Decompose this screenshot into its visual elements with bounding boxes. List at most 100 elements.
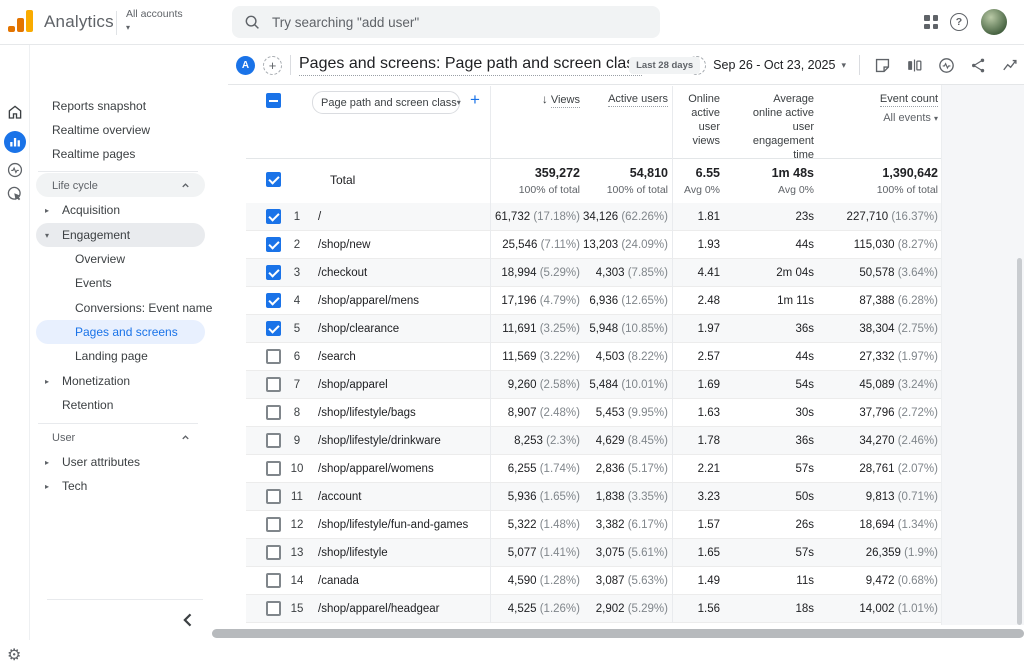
section-divider bbox=[38, 423, 198, 424]
apps-grid-icon[interactable] bbox=[924, 15, 938, 29]
row-checkbox[interactable] bbox=[266, 377, 281, 392]
date-range-selector[interactable]: Sep 26 - Oct 23, 2025 ▾ bbox=[713, 58, 846, 72]
row-views: 61,732 bbox=[495, 211, 530, 223]
row-checkbox[interactable] bbox=[266, 461, 281, 476]
report-nav: Reports snapshot Realtime overview Realt… bbox=[30, 45, 228, 640]
page-title[interactable]: Pages and screens: Page path and screen … bbox=[299, 55, 642, 76]
row-engagement-time: 50s bbox=[694, 491, 814, 503]
nav-bottom-divider bbox=[47, 599, 203, 600]
row-number: 15 bbox=[284, 603, 310, 615]
sidebar-item-acquisition[interactable]: ▸ Acquisition bbox=[30, 198, 228, 222]
table-row: 3 /checkout 18,994 (5.29%) 4,303 (7.85%)… bbox=[246, 259, 941, 287]
row-checkbox[interactable] bbox=[266, 517, 281, 532]
row-event-count: 227,710 bbox=[847, 211, 889, 223]
row-active-users: 3,075 bbox=[596, 547, 625, 559]
sidebar-item-monetization[interactable]: ▸ Monetization bbox=[30, 369, 228, 393]
sidebar-item-events[interactable]: Events bbox=[30, 271, 228, 295]
reports-icon[interactable] bbox=[4, 131, 26, 153]
row-number: 8 bbox=[284, 407, 310, 419]
row-event-count-pct: (1.9%) bbox=[904, 547, 938, 559]
help-icon[interactable]: ? bbox=[950, 13, 968, 31]
row-checkbox[interactable] bbox=[266, 265, 281, 280]
row-number: 13 bbox=[284, 547, 310, 559]
search-icon bbox=[244, 14, 260, 30]
vertical-scrollbar[interactable] bbox=[1017, 258, 1022, 625]
row-number: 9 bbox=[284, 435, 310, 447]
explore-icon[interactable] bbox=[6, 161, 24, 179]
table-row: 2 /shop/new 25,546 (7.11%) 13,203 (24.09… bbox=[246, 231, 941, 259]
row-engagement-time: 54s bbox=[694, 379, 814, 391]
home-icon[interactable] bbox=[6, 103, 24, 121]
collapse-nav-icon[interactable] bbox=[178, 610, 198, 630]
row-path: /canada bbox=[318, 575, 359, 587]
column-header-active-users[interactable]: Active users bbox=[548, 92, 668, 106]
sidebar-item-retention[interactable]: Retention bbox=[30, 393, 228, 417]
row-active-users: 5,484 bbox=[589, 379, 618, 391]
row-checkbox[interactable] bbox=[266, 321, 281, 336]
dimension-selector[interactable]: Page path and screen class ▾ bbox=[312, 91, 460, 114]
sidebar-item-landing-page[interactable]: Landing page bbox=[30, 344, 228, 368]
sidebar-item-overview[interactable]: Overview bbox=[30, 247, 228, 271]
sidebar-item-realtime-pages[interactable]: Realtime pages bbox=[30, 142, 228, 166]
search-input[interactable] bbox=[272, 15, 632, 30]
account-selector[interactable]: All accounts ▾ bbox=[126, 8, 183, 34]
settings-gear-icon[interactable]: ⚙ bbox=[7, 645, 21, 665]
column-header-online-active-user-views[interactable]: Online active user views bbox=[672, 92, 720, 148]
row-checkbox[interactable] bbox=[266, 573, 281, 588]
total-event-count: 1,390,642 bbox=[798, 166, 938, 180]
comparison-icon[interactable] bbox=[905, 56, 924, 75]
column-header-event-count[interactable]: Event count All events ▾ bbox=[828, 92, 938, 126]
add-comparison-icon[interactable]: + bbox=[263, 56, 282, 75]
row-checkbox[interactable] bbox=[266, 601, 281, 616]
horizontal-scrollbar[interactable] bbox=[212, 629, 1024, 638]
sidebar-item-engagement[interactable]: ▾ Engagement bbox=[30, 223, 228, 247]
row-checkbox[interactable] bbox=[266, 209, 281, 224]
table-row: 4 /shop/apparel/mens 17,196 (4.79%) 6,93… bbox=[246, 287, 941, 315]
row-event-count-pct: (1.97%) bbox=[898, 351, 938, 363]
table-row: 13 /shop/lifestyle 5,077 (1.41%) 3,075 (… bbox=[246, 539, 941, 567]
select-all-checkbox[interactable] bbox=[266, 93, 281, 108]
chevron-down-icon: ▾ bbox=[934, 114, 938, 123]
sidebar-item-pages-and-screens[interactable]: Pages and screens bbox=[30, 320, 228, 344]
column-header-avg-engagement-time[interactable]: Average online active user engagement ti… bbox=[742, 92, 814, 162]
totals-row: Total 359,272 100% of total 54,810 100% … bbox=[246, 158, 941, 203]
sidebar-item-user-attributes[interactable]: ▸ User attributes bbox=[30, 450, 228, 474]
table-row: 7 /shop/apparel 9,260 (2.58%) 5,484 (10.… bbox=[246, 371, 941, 399]
row-checkbox[interactable] bbox=[266, 545, 281, 560]
row-checkbox[interactable] bbox=[266, 405, 281, 420]
row-checkbox[interactable] bbox=[266, 293, 281, 308]
advertising-icon[interactable] bbox=[6, 185, 24, 203]
row-checkbox[interactable] bbox=[266, 237, 281, 252]
total-checkbox[interactable] bbox=[266, 172, 281, 187]
row-event-count: 45,089 bbox=[859, 379, 894, 391]
row-engagement-time: 2m 04s bbox=[694, 267, 814, 279]
note-icon[interactable] bbox=[873, 56, 892, 75]
section-header-user[interactable]: User bbox=[30, 425, 228, 450]
row-engagement-time: 44s bbox=[694, 239, 814, 251]
row-engagement-time: 57s bbox=[694, 463, 814, 475]
user-avatar[interactable] bbox=[981, 9, 1007, 35]
row-path: /shop/apparel/headgear bbox=[318, 603, 440, 615]
row-event-count: 115,030 bbox=[854, 239, 895, 251]
sidebar-item-reports-snapshot[interactable]: Reports snapshot bbox=[30, 94, 228, 118]
row-engagement-time: 1m 11s bbox=[694, 295, 814, 307]
row-checkbox[interactable] bbox=[266, 489, 281, 504]
row-event-count-pct: (1.01%) bbox=[898, 603, 938, 615]
search-bar[interactable] bbox=[232, 6, 660, 38]
insights-icon[interactable] bbox=[1001, 56, 1020, 75]
section-divider bbox=[38, 171, 198, 172]
row-number: 12 bbox=[284, 519, 310, 531]
row-checkbox[interactable] bbox=[266, 433, 281, 448]
explore-icon[interactable] bbox=[937, 56, 956, 75]
share-icon[interactable] bbox=[969, 56, 988, 75]
row-path: /shop/apparel/womens bbox=[318, 463, 434, 475]
event-filter-dropdown[interactable]: All events ▾ bbox=[828, 111, 938, 126]
sidebar-item-realtime-overview[interactable]: Realtime overview bbox=[30, 118, 228, 142]
row-path: /checkout bbox=[318, 267, 367, 279]
sidebar-item-conversions[interactable]: Conversions: Event name bbox=[30, 296, 228, 320]
property-avatar[interactable]: A bbox=[236, 56, 255, 75]
row-event-count: 9,813 bbox=[866, 491, 895, 503]
row-checkbox[interactable] bbox=[266, 349, 281, 364]
section-header-lifecycle[interactable]: Life cycle bbox=[30, 173, 228, 198]
sidebar-item-tech[interactable]: ▸ Tech bbox=[30, 474, 228, 498]
